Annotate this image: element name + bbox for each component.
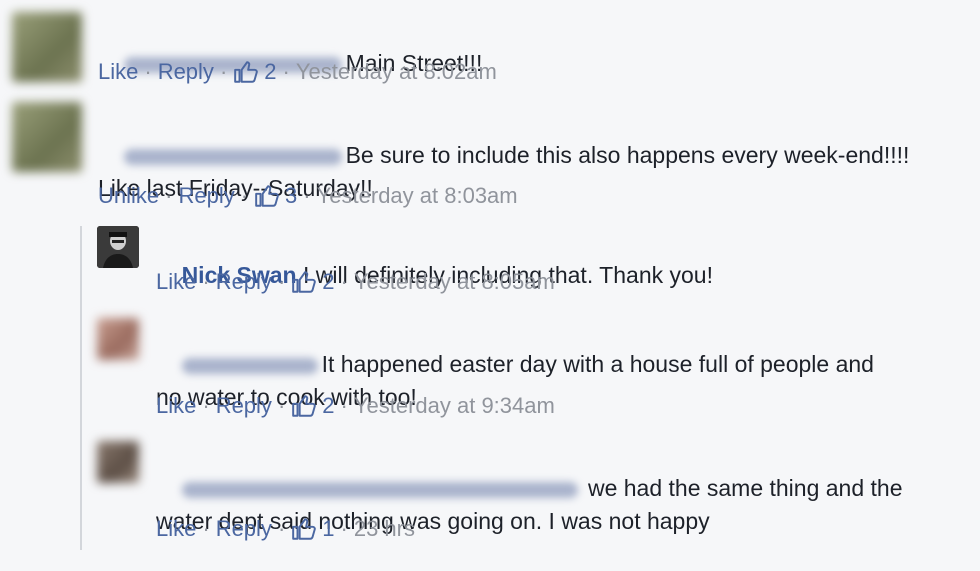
thumbs-up-icon [255, 185, 279, 207]
unlike-link[interactable]: Unlike [98, 182, 159, 210]
reply-link[interactable]: Reply [216, 392, 272, 420]
avatar[interactable] [12, 12, 82, 82]
separator: · [277, 516, 286, 541]
separator: · [340, 269, 348, 294]
person-icon [97, 226, 139, 268]
like-count[interactable]: 2 [291, 392, 335, 420]
reply-thread-line [80, 226, 82, 550]
like-count-value: 2 [322, 393, 335, 418]
reply-link[interactable]: Reply [178, 182, 234, 210]
thumbs-up-icon [292, 271, 317, 293]
avatar[interactable] [97, 318, 139, 360]
comment-body: It happened easter day with a house full… [156, 315, 956, 447]
reply-link[interactable]: Reply [216, 515, 272, 543]
reply-link[interactable]: Reply [158, 58, 214, 86]
timestamp[interactable]: Yesterday at 8:05am [354, 268, 555, 296]
separator: · [340, 393, 348, 418]
separator: · [240, 183, 249, 208]
separator: · [202, 393, 210, 418]
like-count-value: 2 [264, 59, 277, 84]
reply-link[interactable]: Reply [216, 268, 272, 296]
like-count-value: 2 [322, 269, 335, 294]
like-count[interactable]: 2 [291, 268, 335, 296]
avatar[interactable] [97, 441, 139, 483]
like-count[interactable]: 2 [233, 58, 277, 86]
separator: · [165, 183, 173, 208]
separator: · [202, 269, 210, 294]
like-count-value: 3 [285, 183, 298, 208]
like-link[interactable]: Like [156, 268, 196, 296]
separator: · [202, 516, 210, 541]
comment-actions: Like · Reply · 2 · Yesterday at 9:34am [156, 392, 555, 420]
comment-actions: Like · Reply · 2 · Yesterday at 8:02am [98, 58, 497, 86]
thumbs-up-icon [234, 61, 259, 83]
separator: · [340, 516, 348, 541]
author-name-redacted[interactable] [181, 357, 318, 374]
like-count[interactable]: 1 [291, 515, 335, 543]
avatar[interactable] [97, 226, 139, 268]
separator: · [219, 59, 228, 84]
comment-actions: Like · Reply · 2 · Yesterday at 8:05am [156, 268, 555, 296]
separator: · [144, 59, 152, 84]
like-link[interactable]: Like [98, 58, 138, 86]
comment-body: we had the same thing and the water dept… [156, 439, 956, 571]
like-link[interactable]: Like [156, 392, 196, 420]
author-name-redacted[interactable] [181, 481, 578, 498]
like-link[interactable]: Like [156, 515, 196, 543]
separator: · [277, 393, 286, 418]
timestamp[interactable]: Yesterday at 8:03am [317, 182, 518, 210]
comment-actions: Like · Reply · 1 · 23 hrs [156, 515, 415, 543]
like-count-value: 1 [322, 516, 335, 541]
separator: · [277, 269, 286, 294]
thumbs-up-icon [292, 518, 317, 540]
timestamp[interactable]: 23 hrs [354, 515, 415, 543]
separator: · [282, 59, 290, 84]
avatar[interactable] [12, 102, 82, 172]
separator: · [303, 183, 311, 208]
timestamp[interactable]: Yesterday at 8:02am [296, 58, 497, 86]
author-name-redacted[interactable] [123, 148, 342, 165]
comment-actions: Unlike · Reply · 3 · Yesterday at 8:03am [98, 182, 518, 210]
timestamp[interactable]: Yesterday at 9:34am [354, 392, 555, 420]
comment-body: Be sure to include this also happens eve… [98, 106, 958, 238]
like-count[interactable]: 3 [254, 182, 297, 210]
thumbs-up-icon [292, 395, 317, 417]
